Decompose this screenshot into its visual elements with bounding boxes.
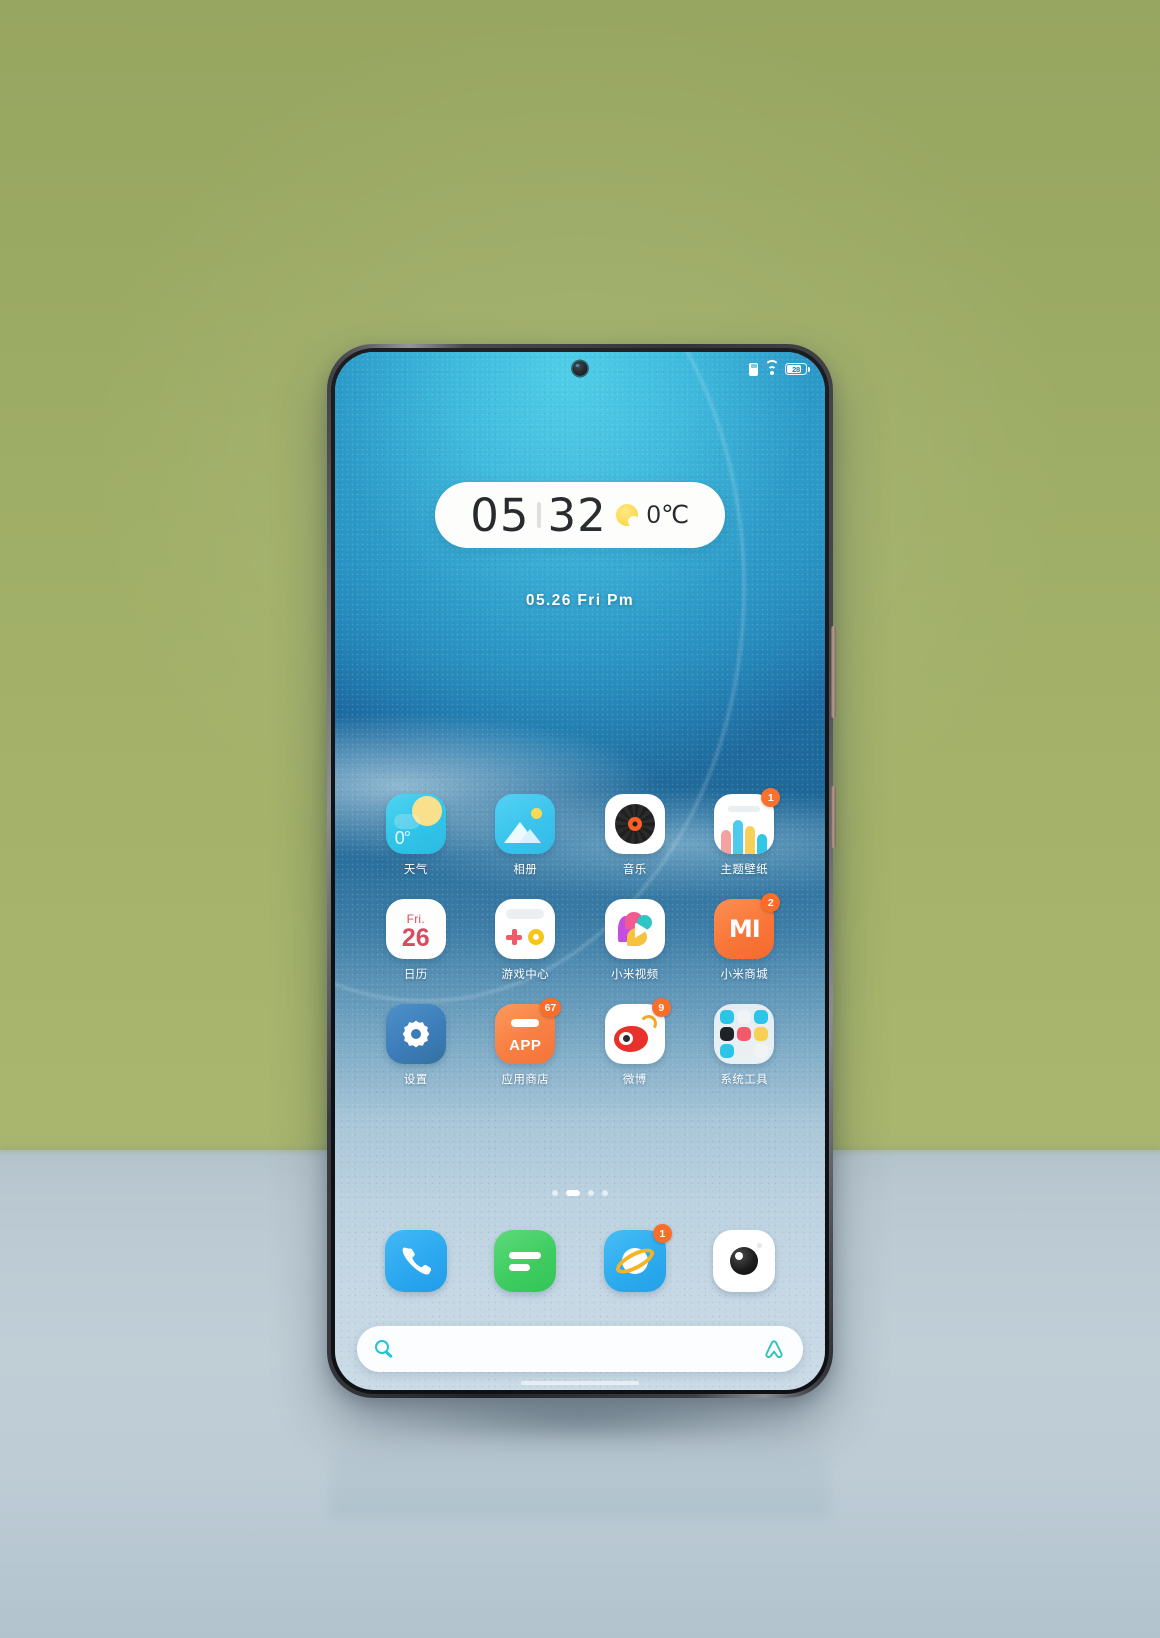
notification-badge: 1 [761, 788, 781, 807]
app-label: 天气 [403, 862, 428, 876]
dock-item-phone[interactable] [361, 1230, 471, 1292]
table-surface [0, 1150, 1160, 1638]
app-grid: 0° 天气 相册 音乐 1 主题壁纸 Fri. 26 日历 游戏中心 小米视频 … [361, 788, 800, 1087]
phone-bezel [331, 348, 829, 1394]
page-dot[interactable] [602, 1190, 608, 1196]
app-gallery[interactable]: 相册 [471, 794, 581, 877]
wifi-icon [764, 360, 779, 375]
assistant-logo-icon[interactable] [763, 1339, 785, 1359]
app-label: 音乐 [622, 862, 647, 876]
app-mi-store[interactable]: MI 2 小米商城 [690, 893, 800, 982]
wallpaper-ice-arc [335, 352, 695, 952]
app-store-logo-text: APP [509, 1037, 542, 1054]
power-button[interactable] [831, 626, 836, 718]
app-label: 小米商城 [720, 967, 769, 981]
page-dot-active[interactable] [566, 1190, 580, 1196]
app-system-tools[interactable]: 系统工具 [690, 1004, 800, 1087]
app-label: 日历 [403, 967, 428, 981]
wallpaper-ice-arc-outline [335, 352, 745, 1002]
clock-minutes: 32 [547, 488, 607, 542]
search-bar[interactable] [357, 1326, 803, 1372]
notification-badge: 67 [539, 998, 562, 1017]
app-game-center[interactable]: 游戏中心 [471, 899, 581, 982]
app-label: 微博 [622, 1072, 647, 1086]
messages-icon[interactable] [494, 1230, 557, 1292]
camera-lens-icon[interactable] [713, 1230, 776, 1292]
app-label: 小米视频 [610, 967, 659, 981]
browser-planet-icon[interactable]: 1 [603, 1224, 672, 1292]
status-bar: 28 [335, 352, 825, 386]
dock: 1 [361, 1224, 800, 1292]
phone-handset-icon[interactable] [384, 1230, 447, 1292]
front-camera-icon [572, 361, 588, 376]
phone-reflection [330, 1398, 830, 1518]
battery-percent: 28 [792, 364, 800, 374]
volume-button[interactable] [831, 786, 836, 848]
app-label: 系统工具 [720, 1072, 769, 1086]
mi-store-icon[interactable]: MI 2 [714, 893, 781, 959]
app-label: 设置 [403, 1072, 428, 1086]
app-music[interactable]: 音乐 [580, 794, 690, 877]
app-label: 应用商店 [501, 1072, 550, 1086]
dock-item-messages[interactable] [471, 1230, 581, 1292]
mi-logo-text: MI [728, 915, 761, 943]
app-mi-video[interactable]: 小米视频 [580, 899, 690, 982]
page-indicator[interactable] [552, 1190, 608, 1196]
app-calendar[interactable]: Fri. 26 日历 [361, 899, 471, 982]
phone-screen[interactable]: 28 05 32 0℃ 05.26 Fri Pm 0° 天气 相册 音乐 1 主… [335, 352, 825, 1390]
weibo-icon[interactable]: 9 [604, 998, 671, 1064]
app-settings[interactable]: 设置 [361, 1004, 471, 1087]
wallpaper-foam [335, 682, 825, 942]
sim-card-icon [749, 362, 758, 376]
app-label: 游戏中心 [501, 967, 550, 981]
home-indicator[interactable] [521, 1381, 639, 1385]
notification-badge: 1 [652, 1224, 672, 1243]
notification-badge: 9 [651, 998, 671, 1017]
calendar-icon[interactable]: Fri. 26 [385, 899, 446, 959]
app-weather[interactable]: 0° 天气 [361, 794, 471, 877]
gallery-icon[interactable] [495, 794, 556, 854]
notification-badge: 2 [761, 893, 781, 912]
weather-icon[interactable]: 0° [385, 794, 446, 854]
smartphone: 28 05 32 0℃ 05.26 Fri Pm 0° 天气 相册 音乐 1 主… [327, 344, 836, 1398]
system-tools-folder-icon[interactable] [714, 1004, 775, 1064]
battery-icon: 28 [785, 363, 810, 375]
clock-weather-widget[interactable]: 05 32 0℃ [435, 482, 725, 548]
dock-item-camera[interactable] [690, 1230, 800, 1292]
mi-video-icon[interactable] [604, 899, 665, 959]
clock-time: 05 32 [470, 489, 607, 542]
music-icon[interactable] [604, 794, 665, 854]
page-dot[interactable] [588, 1190, 594, 1196]
clock-separator [536, 502, 541, 528]
app-weibo[interactable]: 9 微博 [580, 998, 690, 1087]
app-themes[interactable]: 1 主题壁纸 [690, 788, 800, 877]
wallpaper-grain [335, 352, 825, 1390]
temperature-label: 0℃ [646, 501, 690, 529]
page-dot[interactable] [552, 1190, 558, 1196]
scene-backdrop: 28 05 32 0℃ 05.26 Fri Pm 0° 天气 相册 音乐 1 主… [0, 0, 1160, 1638]
calendar-weekday: Fri. [406, 911, 425, 926]
app-label: 相册 [513, 862, 538, 876]
clock-hours: 05 [470, 488, 530, 542]
wallpaper [335, 352, 825, 1390]
phone-floor-shadow [270, 1382, 890, 1454]
game-center-icon[interactable] [495, 899, 556, 959]
search-icon[interactable] [375, 1339, 394, 1359]
settings-gear-icon[interactable] [385, 1004, 446, 1064]
date-label: 05.26 Fri Pm [525, 592, 635, 609]
themes-icon[interactable]: 1 [714, 788, 781, 854]
dock-item-browser[interactable]: 1 [580, 1224, 690, 1292]
app-store-icon[interactable]: APP 67 [495, 998, 562, 1064]
sun-icon [615, 504, 640, 527]
app-store[interactable]: APP 67 应用商店 [471, 998, 581, 1087]
calendar-day: 26 [401, 923, 430, 952]
app-label: 主题壁纸 [720, 862, 769, 876]
